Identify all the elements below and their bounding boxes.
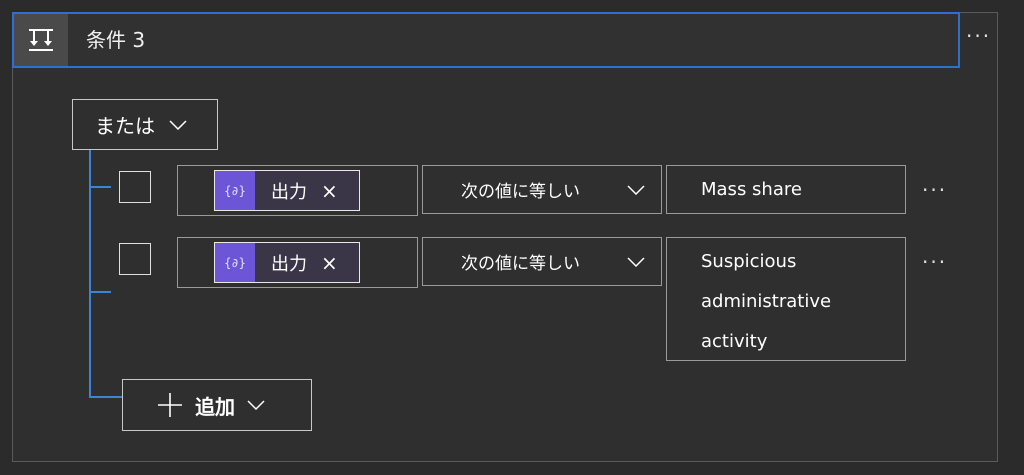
condition-branch-icon <box>14 14 68 66</box>
row-left-operand[interactable]: {∂} 出力 × <box>177 165 418 216</box>
row-checkbox[interactable] <box>119 243 151 275</box>
operator-label: 次の値に等しい <box>461 254 580 274</box>
dynamic-content-token[interactable]: {∂} 出力 × <box>214 170 360 211</box>
expression-icon: {∂} <box>215 243 255 282</box>
tree-line-branch <box>89 396 122 398</box>
plus-icon <box>158 393 182 417</box>
row-value-input[interactable]: Suspicious administrative activity <box>666 237 906 361</box>
chevron-down-icon <box>627 257 645 267</box>
group-operator-label: または <box>95 114 155 138</box>
chevron-down-icon <box>627 185 645 195</box>
row-operator-dropdown[interactable]: 次の値に等しい <box>422 237 662 286</box>
value-line: Mass share <box>701 179 802 200</box>
row-more-icon[interactable]: ··· <box>922 180 947 200</box>
chevron-down-icon <box>247 400 265 410</box>
value-line: Suspicious <box>701 251 797 272</box>
token-label: 出力 <box>271 181 307 203</box>
row-checkbox[interactable] <box>119 171 151 203</box>
row-left-operand[interactable]: {∂} 出力 × <box>177 237 418 288</box>
expression-icon: {∂} <box>215 171 255 210</box>
header-more-icon[interactable]: ··· <box>966 26 991 46</box>
close-icon[interactable]: × <box>321 181 338 201</box>
condition-title: 条件 3 <box>86 28 146 52</box>
tree-line-branch <box>89 186 111 188</box>
value-line: activity <box>701 331 768 352</box>
token-label: 出力 <box>271 253 307 275</box>
operator-label: 次の値に等しい <box>461 182 580 202</box>
row-more-icon[interactable]: ··· <box>922 252 947 272</box>
row-value-input[interactable]: Mass share <box>666 165 906 214</box>
close-icon[interactable]: × <box>321 253 338 273</box>
value-line: administrative <box>701 291 832 312</box>
group-operator-dropdown[interactable]: または <box>72 99 218 150</box>
add-label: 追加 <box>195 394 235 419</box>
row-operator-dropdown[interactable]: 次の値に等しい <box>422 165 662 214</box>
chevron-down-icon <box>169 119 187 130</box>
tree-line-branch <box>89 291 111 293</box>
condition-header[interactable]: 条件 3 <box>12 12 960 68</box>
add-condition-button[interactable]: 追加 <box>122 379 312 431</box>
dynamic-content-token[interactable]: {∂} 出力 × <box>214 242 360 283</box>
